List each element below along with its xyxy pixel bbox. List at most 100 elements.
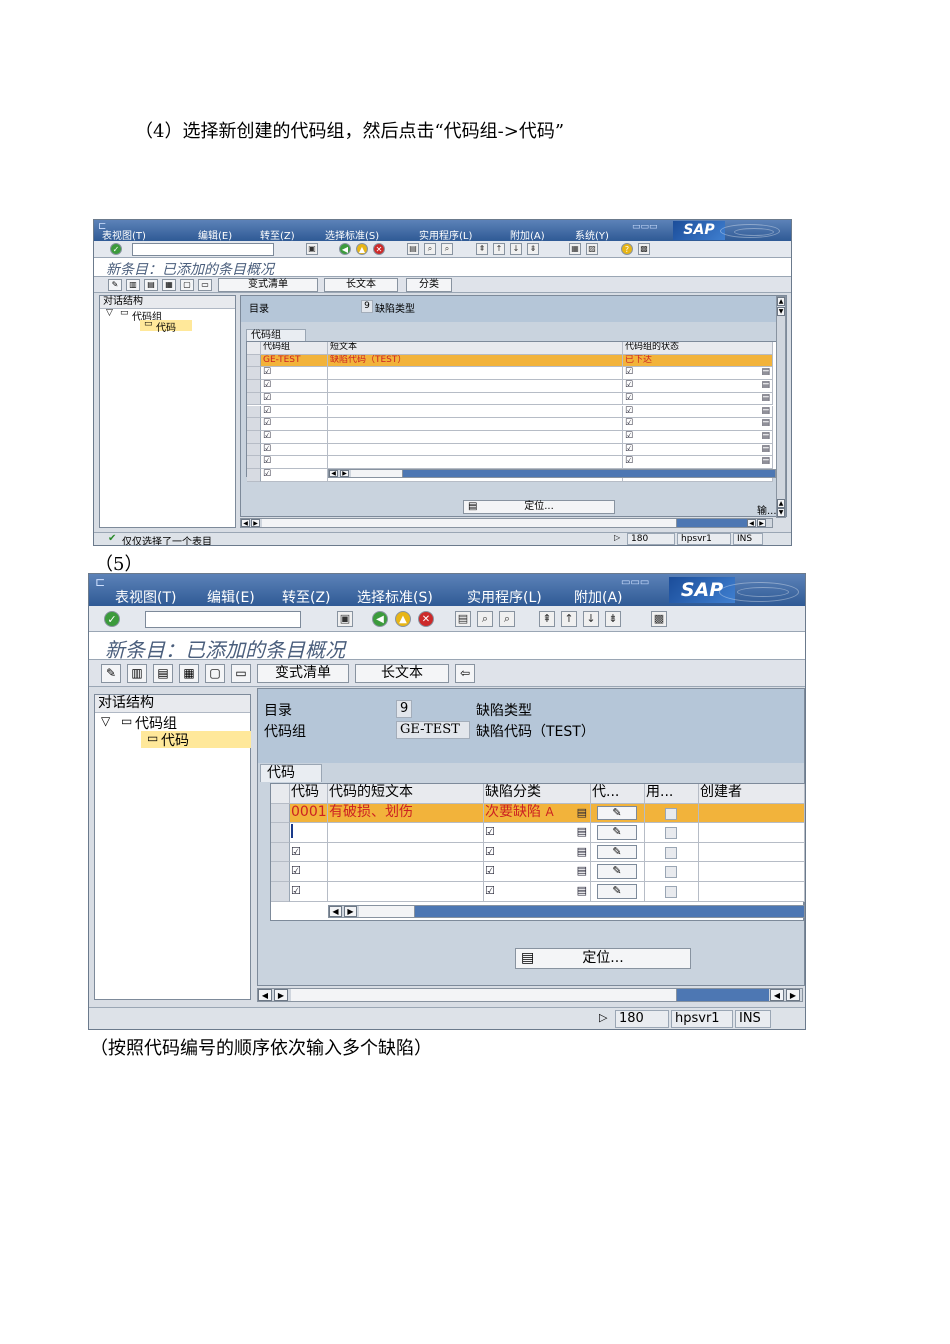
code-text-input[interactable] xyxy=(328,862,484,882)
shortcut-icon[interactable]: ▨ xyxy=(586,243,598,255)
row-selector[interactable] xyxy=(271,823,290,843)
code-group-input[interactable]: ☑ xyxy=(261,418,328,431)
code-text-input[interactable] xyxy=(328,823,484,843)
dropdown-icon[interactable]: ▤ xyxy=(761,367,770,379)
row-selector[interactable] xyxy=(247,354,261,368)
column-header[interactable]: 短文本 xyxy=(328,342,623,355)
variant-list-button[interactable]: 变式清单 xyxy=(218,278,318,292)
classification-button[interactable]: 分类 xyxy=(406,278,452,292)
dropdown-icon[interactable]: ▤ xyxy=(761,456,770,468)
find-icon[interactable]: ⌕ xyxy=(477,611,493,627)
code-input[interactable]: ☑ xyxy=(290,842,328,863)
dropdown-icon[interactable]: ▤ xyxy=(577,862,587,880)
code-group-input[interactable]: ☑ xyxy=(261,430,328,444)
select-block-icon[interactable]: ▦ xyxy=(162,279,176,291)
print-icon[interactable]: ▤ xyxy=(455,611,471,627)
creator-cell[interactable] xyxy=(699,803,805,824)
menu-item[interactable]: 附加(A) xyxy=(574,587,623,607)
code-group-input[interactable]: ☑ xyxy=(261,367,328,381)
content-hscrollbar[interactable]: ◀ ▶ ◀ ▶ xyxy=(240,518,773,528)
row-selector[interactable] xyxy=(271,882,290,902)
layout-menu-icon[interactable]: ▩ xyxy=(651,611,667,627)
code-text-cell[interactable]: 有破损、划伤 xyxy=(328,803,484,824)
status-input[interactable]: ☑▤ xyxy=(623,367,773,381)
next-page-icon[interactable]: ↓ xyxy=(510,243,522,255)
short-text-cell[interactable]: 缺陷代码（TEST） xyxy=(328,354,623,368)
row-selector[interactable] xyxy=(247,380,261,393)
prev-page-icon[interactable]: ↑ xyxy=(561,611,577,627)
dropdown-icon[interactable]: ▤ xyxy=(577,882,587,900)
short-text-input[interactable] xyxy=(328,405,623,419)
menu-item[interactable]: 表视图(T) xyxy=(115,587,176,607)
delete-icon[interactable]: ▥ xyxy=(126,279,140,291)
defect-class-input[interactable]: ☑ ▤ xyxy=(484,823,591,843)
select-all-cell[interactable] xyxy=(271,784,290,804)
row-selector[interactable] xyxy=(271,842,290,863)
row-selector[interactable] xyxy=(271,803,290,824)
enter-icon[interactable]: ✓ xyxy=(110,243,122,255)
back-icon[interactable]: ◀ xyxy=(339,243,351,255)
row-selector[interactable] xyxy=(247,469,261,482)
creator-cell[interactable] xyxy=(699,842,805,863)
dropdown-icon[interactable]: ▤ xyxy=(761,393,770,405)
code-group-input[interactable]: ☑ xyxy=(261,405,328,419)
help-icon[interactable]: ? xyxy=(621,243,633,255)
exit-icon[interactable]: ▲ xyxy=(356,243,368,255)
status-input[interactable]: ☑▤ xyxy=(623,443,773,457)
row-selector[interactable] xyxy=(247,405,261,419)
defect-class-input[interactable]: ☑ ▤ xyxy=(484,862,591,882)
column-header[interactable]: 创建者 xyxy=(699,784,805,804)
print-list-icon[interactable]: ▭ xyxy=(198,279,212,291)
long-text-button[interactable]: 长文本 xyxy=(324,278,398,292)
tree-expand-icon[interactable]: ▽ xyxy=(106,308,113,318)
select-all-icon[interactable]: ▤ xyxy=(153,664,173,683)
window-controls-icon[interactable]: ▭▭▭ xyxy=(632,222,658,232)
column-header[interactable]: 代... xyxy=(591,784,645,804)
save-icon[interactable]: ▣ xyxy=(306,243,318,255)
row-selector[interactable] xyxy=(247,443,261,457)
command-field[interactable] xyxy=(145,611,301,628)
status-input[interactable]: ☑▤ xyxy=(623,418,773,431)
print-icon[interactable]: ▤ xyxy=(407,243,419,255)
row-selector[interactable] xyxy=(271,862,290,882)
status-input[interactable]: ☑▤ xyxy=(623,456,773,469)
short-text-input[interactable] xyxy=(328,418,623,431)
row-selector[interactable] xyxy=(247,456,261,469)
vertical-scrollbar[interactable]: ▲ ▼ ▲ ▼ xyxy=(776,296,786,518)
menu-item[interactable]: 转至(Z) xyxy=(282,587,331,607)
menu-item[interactable]: 编辑(E) xyxy=(198,227,232,242)
code-group-input[interactable]: ☑ xyxy=(261,469,328,482)
defect-class-cell[interactable]: 次要缺陷 A ▤ xyxy=(484,803,591,824)
dropdown-icon[interactable]: ▤ xyxy=(761,380,770,392)
menu-item[interactable]: 系统(Y) xyxy=(575,227,609,242)
short-text-input[interactable] xyxy=(328,443,623,457)
last-page-icon[interactable]: ⇟ xyxy=(605,611,621,627)
dropdown-icon[interactable]: ▤ xyxy=(577,843,587,861)
status-expand-icon[interactable]: ▷ xyxy=(599,1011,607,1024)
window-controls-icon[interactable]: ▭▭▭ xyxy=(621,577,649,588)
in-use-checkbox[interactable] xyxy=(665,866,677,879)
enter-icon[interactable]: ✓ xyxy=(104,611,120,627)
menu-item[interactable]: 选择标准(S) xyxy=(357,587,433,607)
in-use-checkbox[interactable] xyxy=(665,807,677,820)
prev-page-icon[interactable]: ↑ xyxy=(493,243,505,255)
code-group-input[interactable]: ☑ xyxy=(261,456,328,469)
edit-icon[interactable]: ✎ xyxy=(597,864,637,879)
menu-item[interactable]: 表视图(T) xyxy=(102,227,146,242)
dropdown-icon[interactable]: ▤ xyxy=(577,804,587,822)
change-display-icon[interactable]: ✎ xyxy=(108,279,122,291)
code-cell[interactable]: 0001 xyxy=(290,803,328,824)
content-hscrollbar[interactable]: ◀ ▶ ◀ ▶ xyxy=(257,988,803,1002)
dropdown-icon[interactable]: ▤ xyxy=(761,418,770,430)
menu-item[interactable]: 转至(Z) xyxy=(260,227,295,242)
first-page-icon[interactable]: ⇞ xyxy=(539,611,555,627)
code-text-input[interactable] xyxy=(328,882,484,902)
status-input[interactable]: ☑▤ xyxy=(623,405,773,419)
select-block-icon[interactable]: ▦ xyxy=(179,664,199,683)
row-selector[interactable] xyxy=(247,367,261,381)
position-button[interactable]: ▤ 定位... xyxy=(515,948,691,969)
exit-icon[interactable]: ▲ xyxy=(395,611,411,627)
dropdown-icon[interactable]: ▤ xyxy=(761,444,770,456)
dropdown-icon[interactable]: ▤ xyxy=(761,406,770,418)
navigate-icon[interactable]: ⇦ xyxy=(455,664,475,683)
